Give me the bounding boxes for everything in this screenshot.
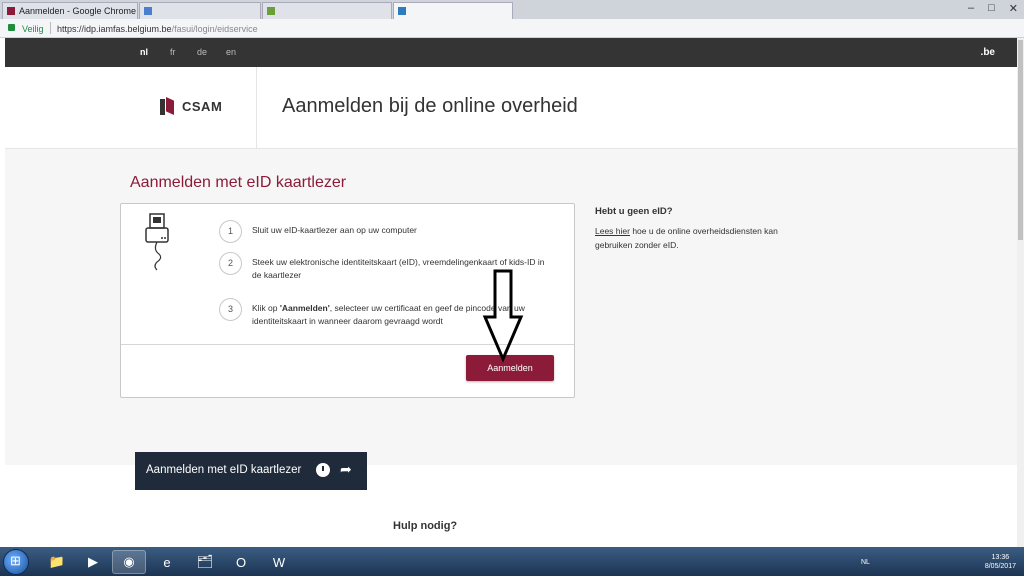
clock[interactable]: 13:36 8/05/2017 (985, 553, 1016, 571)
start-button[interactable] (3, 549, 29, 575)
input-language[interactable]: NL (861, 559, 870, 566)
system-tray: NL 13:36 8/05/2017 (861, 550, 1016, 574)
lang-nl-link[interactable]: nl (140, 47, 148, 57)
page-favicon-icon (398, 7, 406, 15)
lang-de-link[interactable]: de (197, 47, 207, 57)
header-divider (256, 67, 257, 149)
read-here-link[interactable]: Lees hier (595, 226, 630, 236)
divider (50, 22, 51, 34)
no-eid-title: Hebt u geen eID? (595, 206, 673, 217)
step-text: Sluit uw eID-kaartlezer aan op uw comput… (252, 225, 417, 235)
browser-tab-active[interactable] (393, 2, 513, 19)
address-bar[interactable]: Veilig https://idp.iamfas.belgium.be/fas… (0, 19, 1024, 38)
browser-tab[interactable] (262, 2, 392, 19)
lang-fr-link[interactable]: fr (170, 47, 176, 57)
no-eid-text: Lees hier hoe u de online overheidsdiens… (595, 226, 778, 250)
video-title: Aanmelden met eID kaartlezer (146, 464, 302, 476)
share-icon[interactable]: ➦ (340, 461, 352, 478)
explorer-icon[interactable]: 📁 (40, 550, 74, 574)
csam-logo-icon (160, 97, 178, 115)
step-number: 2 (219, 252, 242, 275)
browser-tab[interactable] (139, 2, 261, 19)
csam-logo[interactable]: CSAM (160, 97, 222, 115)
taskbar: 📁 ▶ ◉ e 🗂 O W NL 13:36 8/05/2017 (0, 547, 1024, 576)
language-bar: nl fr de en .be (5, 38, 1017, 67)
chrome-icon[interactable]: ◉ (112, 550, 146, 574)
scrollbar-thumb[interactable] (1018, 40, 1023, 240)
folder-icon[interactable]: 🗂 (188, 550, 222, 574)
page-favicon-icon (267, 7, 275, 15)
section-title: Aanmelden met eID kaartlezer (130, 174, 347, 191)
watch-later-icon[interactable] (316, 463, 330, 477)
internet-explorer-icon[interactable]: e (150, 550, 184, 574)
word-icon[interactable]: W (262, 550, 296, 574)
page-favicon-icon (144, 7, 152, 15)
card-reader-icon (145, 213, 169, 271)
lock-icon (8, 24, 15, 31)
window-controls: – □ ✕ (968, 2, 1018, 15)
browser-titlebar: Aanmelden - Google Chrome – □ ✕ (0, 0, 1024, 19)
url-text[interactable]: https://idp.iamfas.belgium.be/fasui/logi… (57, 24, 258, 34)
csam-favicon-icon (7, 7, 15, 15)
scrollbar[interactable] (1017, 38, 1024, 547)
help-title: Hulp nodig? (393, 520, 458, 532)
video-title-bar[interactable]: Aanmelden met eID kaartlezer ➦ (135, 452, 367, 490)
maximize-icon[interactable]: □ (988, 2, 995, 15)
page-title: Aanmelden bij de online overheid (282, 95, 578, 117)
outlook-icon[interactable]: O (224, 550, 258, 574)
be-domain-link[interactable]: .be (981, 47, 995, 58)
step-number: 1 (219, 220, 242, 243)
step-number: 3 (219, 298, 242, 321)
close-icon[interactable]: ✕ (1009, 2, 1018, 15)
logo-text: CSAM (182, 98, 223, 114)
minimize-icon[interactable]: – (968, 2, 974, 15)
media-player-icon[interactable]: ▶ (76, 550, 110, 574)
down-arrow-annotation-icon (482, 269, 524, 363)
site-header: CSAM Aanmelden bij de online overheid (5, 67, 1017, 149)
lang-en-link[interactable]: en (226, 47, 236, 57)
browser-tab[interactable]: Aanmelden - Google Chrome (2, 2, 138, 19)
secure-label: Veilig (22, 24, 44, 34)
